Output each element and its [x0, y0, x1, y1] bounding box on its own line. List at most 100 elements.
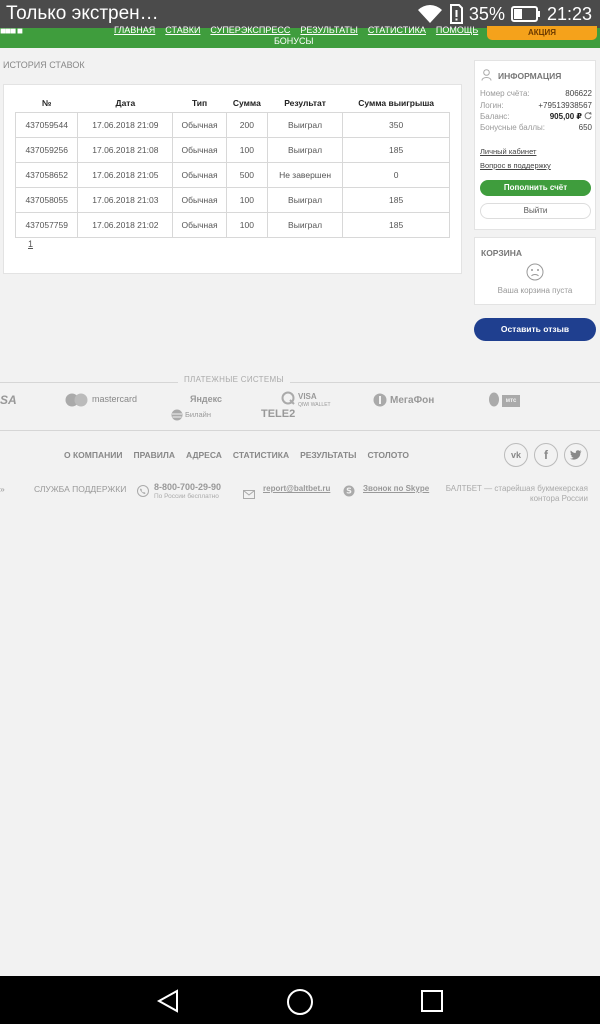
col-date: Дата [115, 97, 136, 108]
footer-link-about[interactable]: О КОМПАНИИ [64, 450, 122, 460]
mastercard-logo-text: mastercard [92, 394, 138, 404]
nav-statistics[interactable]: СТАТИСТИКА [368, 25, 426, 35]
bet-type: Обычная [172, 162, 227, 188]
nav-home[interactable]: ГЛАВНАЯ [114, 25, 155, 35]
nav-bonuses[interactable]: БОНУСЫ [274, 36, 314, 46]
company-tagline: БАЛТБЕТ — старейшая букмекерская контора… [445, 484, 588, 503]
personal-cabinet-link[interactable]: Личный кабинет [480, 147, 536, 156]
bonus-points-label: Бонусные баллы: [480, 123, 546, 132]
refresh-icon[interactable] [584, 111, 592, 122]
payment-systems-title: ПЛАТЕЖНЫЕ СИСТЕМЫ [178, 375, 290, 384]
support-question-link[interactable]: Вопрос в поддержку [480, 161, 551, 170]
cart-card: КОРЗИНА Ваша корзина пуста [474, 237, 596, 305]
table-row[interactable]: 437057759 17.06.2018 21:02 Обычная 100 В… [14, 212, 450, 238]
col-result: Результат [284, 97, 326, 108]
login-value: +79513938567 [538, 101, 592, 110]
bet-winnings: 350 [342, 112, 450, 138]
footer-link-addresses[interactable]: АДРЕСА [186, 450, 222, 460]
nav-help[interactable]: ПОМОЩЬ [436, 25, 478, 35]
leave-review-button[interactable]: Оставить отзыв [474, 318, 596, 341]
bet-date: 17.06.2018 21:05 [77, 162, 174, 188]
bet-date: 17.06.2018 21:02 [77, 212, 174, 238]
footer-link-results[interactable]: РЕЗУЛЬТАТЫ [300, 450, 356, 460]
table-row[interactable]: 437059256 17.06.2018 21:08 Обычная 100 В… [14, 137, 450, 163]
bet-number[interactable]: 437059256 [14, 137, 79, 163]
skype-call-link[interactable]: Звонок по Skype [363, 484, 429, 493]
battery-percent: 35% [468, 3, 505, 24]
login-label: Логин: [480, 101, 504, 110]
bonus-points-value: 650 [578, 123, 592, 132]
support-email-link[interactable]: report@baltbet.ru [263, 484, 330, 493]
account-number-value: 806622 [565, 89, 592, 98]
bet-type: Обычная [172, 137, 227, 163]
logout-button[interactable]: Выйти [480, 203, 591, 219]
section-title: ИСТОРИЯ СТАВОК [3, 60, 85, 70]
cart-title: КОРЗИНА [481, 248, 523, 258]
visa-logo-partial: SA [0, 393, 17, 407]
bet-amount: 100 [225, 212, 268, 238]
bet-amount: 100 [225, 137, 268, 163]
bet-history-table: № Дата Тип Сумма Результат Сумма выигрыш… [14, 93, 450, 238]
mts-logo: мтс [502, 395, 520, 407]
bet-result: Не завершен [266, 162, 344, 188]
bet-type: Обычная [172, 112, 227, 138]
bet-winnings: 0 [342, 162, 450, 188]
footer-nav: О КОМПАНИИ ПРАВИЛА АДРЕСА СТАТИСТИКА РЕЗ… [64, 450, 409, 460]
pagination-page-link[interactable]: 1 [28, 239, 33, 249]
notification-text: Только экстрен… [6, 3, 159, 24]
skype-icon: S [343, 484, 355, 502]
bet-number[interactable]: 437058652 [14, 162, 79, 188]
bet-amount: 500 [225, 162, 268, 188]
bet-result: Выиграл [266, 212, 344, 238]
divider [0, 430, 600, 431]
nav-superexpress[interactable]: СУПЕРЭКСПРЕСС [210, 25, 290, 35]
system-navigation-bar [0, 976, 600, 1024]
battery-icon [510, 5, 541, 23]
beeline-icon [171, 408, 183, 426]
phone-icon [137, 484, 149, 502]
mts-egg-icon [488, 391, 500, 412]
footer-link-statistics[interactable]: СТАТИСТИКА [233, 450, 289, 460]
mastercard-logo [65, 393, 89, 412]
topup-button[interactable]: Пополнить счёт [480, 180, 591, 196]
bet-number[interactable]: 437057759 [14, 212, 79, 238]
col-number: № [41, 97, 52, 108]
balance-row: Баланс: 905,00 ₽ [480, 111, 592, 122]
account-info-card: ИНФОРМАЦИЯ Номер счёта: 806622 Логин: +7… [474, 60, 596, 230]
nav-bets[interactable]: СТАВКИ [165, 25, 200, 35]
balance-value: 905,00 ₽ [549, 112, 582, 121]
footer-link-stoloto[interactable]: СТОЛОТО [367, 450, 408, 460]
megafon-logo: МегаФон [390, 395, 435, 406]
bet-number[interactable]: 437058055 [14, 187, 79, 213]
twitter-icon[interactable] [564, 443, 588, 467]
bet-amount: 100 [225, 187, 268, 213]
bet-winnings: 185 [342, 187, 450, 213]
col-winnings: Сумма выигрыша [358, 97, 435, 108]
balance-label: Баланс: [480, 112, 510, 121]
sim-alert-icon [449, 4, 463, 24]
top-nav: ■■■ ■ ГЛАВНАЯ СТАВКИ СУПЕРЭКСПРЕСС РЕЗУЛ… [0, 25, 600, 48]
bet-result: Выиграл [266, 187, 344, 213]
sad-face-icon [526, 263, 544, 286]
bet-type: Обычная [172, 212, 227, 238]
mail-icon [243, 486, 255, 504]
status-bar: Только экстрен… 35% 21:23 [0, 0, 600, 28]
facebook-icon[interactable]: f [534, 443, 558, 467]
bet-result: Выиграл [266, 137, 344, 163]
bet-result: Выиграл [266, 112, 344, 138]
support-service-label: СЛУЖБА ПОДДЕРЖКИ [34, 484, 127, 494]
table-row[interactable]: 437059544 17.06.2018 21:09 Обычная 200 В… [14, 112, 450, 138]
clock: 21:23 [546, 3, 592, 24]
account-number-label: Номер счёта: [480, 89, 530, 98]
bet-amount: 200 [225, 112, 268, 138]
table-row[interactable]: 437058055 17.06.2018 21:03 Обычная 100 В… [14, 187, 450, 213]
footer-link-rules[interactable]: ПРАВИЛА [133, 450, 175, 460]
nav-results[interactable]: РЕЗУЛЬТАТЫ [300, 25, 357, 35]
bet-number[interactable]: 437059544 [14, 112, 79, 138]
vk-icon[interactable]: vk [504, 443, 528, 467]
table-row[interactable]: 437058652 17.06.2018 21:05 Обычная 500 Н… [14, 162, 450, 188]
col-amount: Сумма [232, 97, 261, 108]
divider [0, 382, 600, 383]
promo-button[interactable]: АКЦИЯ [487, 26, 597, 40]
support-phone[interactable]: 8-800-700-29-90 [154, 482, 221, 492]
